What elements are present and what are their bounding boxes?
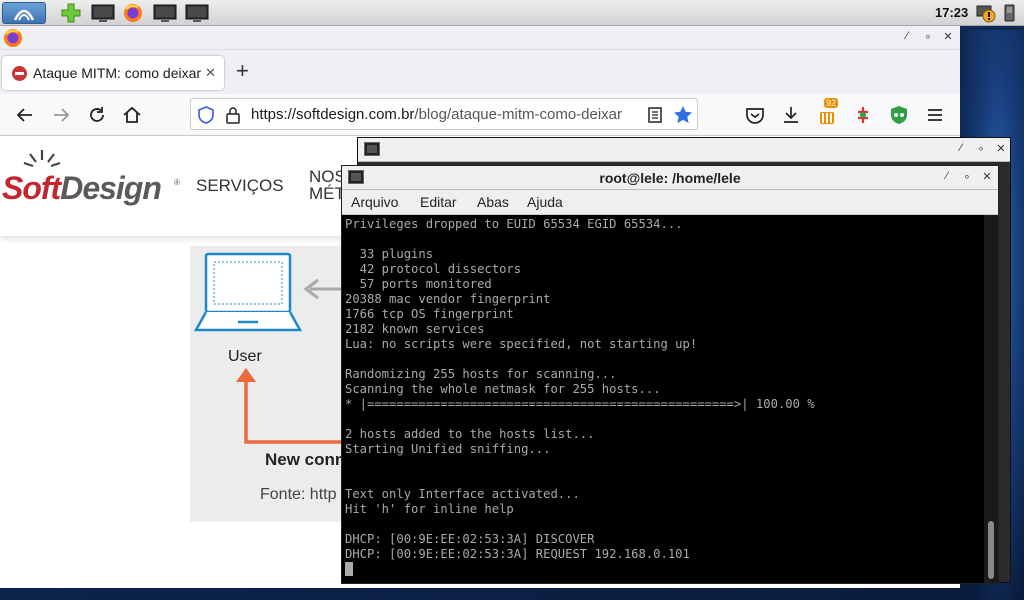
extension-mask-icon[interactable] <box>888 104 910 126</box>
forward-arrow-icon[interactable] <box>50 104 72 126</box>
diagram-new-connection-label: New conn <box>265 450 346 469</box>
terminal-launcher-icon[interactable] <box>91 3 117 23</box>
terminal-line: Lua: no scripts were specified, not star… <box>345 337 698 351</box>
terminal-line: Scanning the whole netmask for 255 hosts… <box>345 382 661 396</box>
bookmark-star-icon[interactable] <box>673 105 693 125</box>
terminal-line: 42 protocol dissectors <box>345 262 522 276</box>
maximize-button[interactable]: ⁄ <box>954 142 968 154</box>
new-tab-button[interactable]: + <box>236 60 249 82</box>
terminal-line: 1766 tcp OS fingerprint <box>345 307 514 321</box>
logo-design-text: Design <box>60 170 162 206</box>
logo-registered-mark: ® <box>174 178 180 187</box>
scrollbar-thumb[interactable] <box>988 521 994 579</box>
terminal-window-icon <box>364 142 380 156</box>
panel-clock[interactable]: 17:23 <box>935 5 968 20</box>
favicon-icon <box>12 66 27 81</box>
diagram-user-label: User <box>228 348 262 365</box>
tab-title: Ataque MITM: como deixar <box>33 65 201 81</box>
menu-servicos[interactable]: SERVIÇOS <box>196 176 284 196</box>
terminal-titlebar[interactable]: root@lele: /home/lele ⁄ ∘ ✕ <box>342 166 998 190</box>
menu-ajuda[interactable]: Ajuda <box>527 194 563 210</box>
terminal-line: 2 hosts added to the hosts list... <box>345 427 595 441</box>
network-warning-icon[interactable] <box>976 3 996 23</box>
terminal-line: 2182 known services <box>345 322 485 336</box>
terminal-line: 57 ports monitored <box>345 277 492 291</box>
menu-met[interactable]: MÉT <box>309 184 345 204</box>
terminal-menubar: Arquivo Editar Abas Ajuda <box>342 190 998 215</box>
back-arrow-icon[interactable] <box>14 104 36 126</box>
diagram-source-label: Fonte: http <box>260 486 337 503</box>
terminal-line: * |=====================================… <box>345 397 815 411</box>
close-button[interactable]: ✕ <box>980 170 994 183</box>
volume-icon[interactable] <box>999 3 1019 23</box>
url-bar[interactable]: https://softdesign.com.br/blog/ataque-mi… <box>190 98 698 130</box>
terminal-line: 33 plugins <box>345 247 434 261</box>
shield-icon[interactable] <box>197 106 215 124</box>
minimize-button[interactable]: ∘ <box>921 30 935 43</box>
minimize-button[interactable]: ∘ <box>960 170 974 183</box>
terminal-line: Randomizing 255 hosts for scanning... <box>345 367 617 381</box>
terminal-line: 20388 mac vendor fingerprint <box>345 292 551 306</box>
terminal-line: Hit 'h' for inline help <box>345 502 514 516</box>
terminal-cursor <box>345 562 353 576</box>
site-logo[interactable]: SoftDesign <box>2 170 162 207</box>
firefox-icon <box>4 29 22 47</box>
terminal-launcher-icon[interactable] <box>185 3 211 23</box>
logo-rays-icon <box>23 150 61 168</box>
url-path: /blog/ataque-mitm-como-deixar <box>414 106 623 123</box>
terminal-line: DHCP: [00:9E:EE:02:53:3A] REQUEST 192.16… <box>345 547 690 561</box>
extension-badge: 92 <box>824 98 839 108</box>
terminal-title: root@lele: /home/lele <box>599 170 741 186</box>
terminal-line: Privileges dropped to EUID 65534 EGID 65… <box>345 217 683 231</box>
pocket-icon[interactable] <box>744 104 766 126</box>
terminal-window: root@lele: /home/lele ⁄ ∘ ✕ Arquivo Edit… <box>341 165 999 584</box>
url-text[interactable]: https://softdesign.com.br/blog/ataque-mi… <box>251 106 641 123</box>
menu-abas[interactable]: Abas <box>477 194 509 210</box>
tab-bar: Ataque MITM: como deixar ✕ + <box>0 50 960 94</box>
terminal-launcher-icon[interactable] <box>153 3 179 23</box>
background-terminal-titlebar[interactable]: ⁄ ∘ ✕ <box>358 138 1010 162</box>
home-icon[interactable] <box>121 104 143 126</box>
minimize-button[interactable]: ∘ <box>974 142 988 155</box>
browser-titlebar: ⁄ ∘ ✕ <box>0 26 960 50</box>
close-button[interactable]: ✕ <box>994 142 1008 155</box>
menu-arquivo[interactable]: Arquivo <box>351 194 398 210</box>
reload-icon[interactable] <box>86 104 108 126</box>
extension-pin-icon[interactable] <box>852 104 874 126</box>
terminal-line: DHCP: [00:9E:EE:02:53:3A] DISCOVER <box>345 532 595 546</box>
firefox-icon[interactable] <box>123 3 145 23</box>
menu-editar[interactable]: Editar <box>420 194 457 210</box>
download-icon[interactable] <box>780 104 802 126</box>
tab-close-icon[interactable]: ✕ <box>205 65 216 81</box>
logo-soft-text: Soft <box>2 170 61 206</box>
terminal-line: Starting Unified sniffing... <box>345 442 551 456</box>
laptop-icon <box>194 252 302 332</box>
lock-icon[interactable] <box>225 106 241 124</box>
url-domain: https://softdesign.com.br <box>251 106 415 123</box>
terminal-line: Text only Interface activated... <box>345 487 580 501</box>
app-menu-icon <box>13 9 35 21</box>
maximize-button[interactable]: ⁄ <box>940 170 954 182</box>
reader-view-icon[interactable] <box>647 106 663 124</box>
navigation-toolbar: https://softdesign.com.br/blog/ataque-mi… <box>0 94 960 136</box>
close-button[interactable]: ✕ <box>941 30 955 43</box>
terminal-scrollbar[interactable] <box>984 215 998 583</box>
add-applet-icon[interactable] <box>60 3 82 23</box>
app-menu-button[interactable] <box>2 2 46 24</box>
maximize-button[interactable]: ⁄ <box>900 30 914 42</box>
browser-tab[interactable]: Ataque MITM: como deixar ✕ <box>2 56 224 90</box>
terminal-output[interactable]: Privileges dropped to EUID 65534 EGID 65… <box>342 215 984 583</box>
top-panel: 17:23 <box>0 0 1024 26</box>
hamburger-menu-icon[interactable] <box>924 104 946 126</box>
